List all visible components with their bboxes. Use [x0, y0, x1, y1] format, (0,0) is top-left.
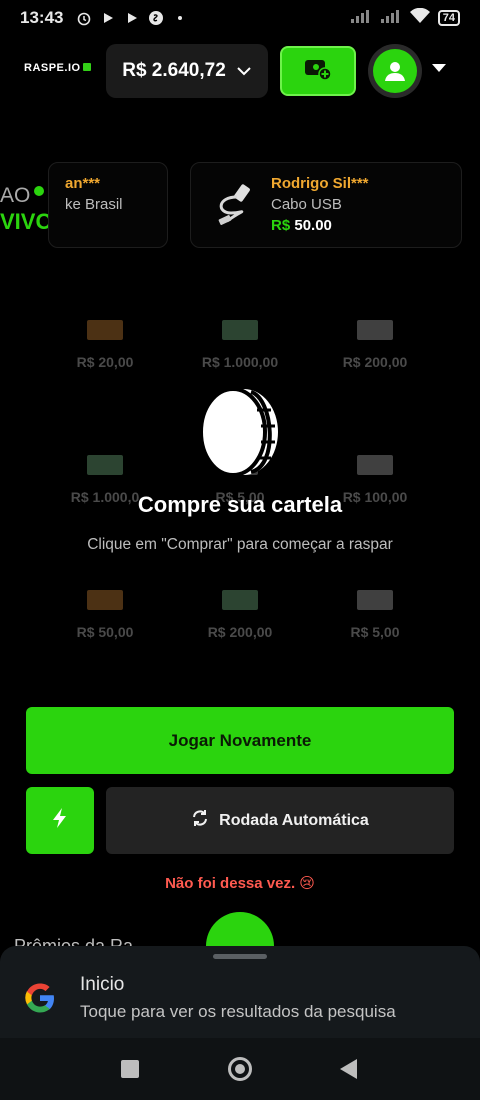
- alarm-icon: [75, 9, 93, 27]
- live-dot: [34, 186, 45, 196]
- feed-card: an*** ke Brasil: [48, 162, 168, 248]
- status-bar: 13:43 74: [0, 0, 480, 36]
- feed-winner-name: Rodrigo Sil***: [271, 175, 369, 192]
- balance-amount: 2.640,72: [151, 60, 226, 81]
- coin-icon: [199, 386, 281, 483]
- balance-dropdown[interactable]: R$ 2.640,72: [106, 44, 268, 98]
- turbo-button[interactable]: [26, 787, 94, 854]
- auto-round-label: Rodada Automática: [219, 811, 369, 829]
- play-again-button[interactable]: Jogar Novamente: [26, 707, 454, 774]
- prize-thumb: [87, 455, 123, 475]
- prize-amount: R$ 200,00: [207, 624, 273, 640]
- prize-thumb: [222, 590, 258, 610]
- signal-icon-2: [380, 8, 402, 28]
- wallet-plus-icon: [303, 57, 333, 86]
- prize-amount: R$ 50,00: [76, 624, 134, 640]
- scratch-cell: R$ 100,00: [310, 415, 440, 545]
- result-message: Não foi dessa vez. 😢: [165, 875, 315, 892]
- deposit-button[interactable]: [280, 46, 356, 96]
- dot-icon: [171, 9, 189, 27]
- google-logo-icon: [24, 982, 56, 1019]
- logo-text: RASPE.IO: [24, 62, 81, 74]
- feed-value: R$ 50.00: [271, 217, 369, 234]
- feed-winner-name: an***: [65, 175, 101, 192]
- avatar[interactable]: [368, 44, 422, 98]
- prize-thumb: [87, 320, 123, 340]
- recents-icon[interactable]: [121, 1060, 139, 1078]
- refresh-icon: [191, 809, 209, 832]
- overlay-subtitle: Clique em "Comprar" para começar a raspa…: [87, 536, 393, 553]
- auto-round-button[interactable]: Rodada Automática: [106, 787, 454, 854]
- feed-currency: R$: [271, 217, 291, 234]
- scratch-cell: R$ 20,00: [40, 280, 170, 410]
- sheet-title: Inicio: [80, 974, 125, 995]
- prize-thumb: [222, 320, 258, 340]
- feed-amount: 50.00: [294, 217, 332, 234]
- wifi-icon: [409, 7, 430, 29]
- lightning-icon: [51, 807, 69, 834]
- shazam-icon: [147, 9, 165, 27]
- caret-down-icon[interactable]: [432, 64, 446, 72]
- balance-text: R$ 2.640,72: [122, 60, 226, 82]
- scratch-cell: R$ 200,00: [175, 550, 305, 680]
- feed-card: Rodrigo Sil*** Cabo USB R$ 50.00: [190, 162, 462, 248]
- signal-icon: [350, 8, 372, 28]
- prize-amount: R$ 5,00: [350, 624, 400, 640]
- live-label-part: AO: [0, 184, 31, 207]
- live-badge: AO VIVO: [0, 184, 53, 234]
- feed-prize: ke Brasil: [65, 196, 123, 213]
- logo[interactable]: RASPE.IO: [24, 62, 91, 74]
- system-nav-bar: [0, 1038, 480, 1100]
- live-label-vivo: VIVO: [0, 209, 53, 234]
- user-icon: [373, 49, 417, 93]
- battery-icon: 74: [437, 10, 460, 26]
- logo-dot: [82, 63, 91, 71]
- scratch-cell: R$ 50,00: [40, 550, 170, 680]
- scratch-cell: R$ 1.000,0: [40, 415, 170, 545]
- scratch-cell: R$ 200,00: [310, 280, 440, 410]
- play-icon-2: [123, 9, 141, 27]
- prize-thumb: [87, 590, 123, 610]
- status-time: 13:43: [20, 8, 64, 27]
- play-icon: [99, 9, 117, 27]
- sheet-handle[interactable]: [213, 954, 267, 959]
- app-header: RASPE.IO R$ 2.640,72: [0, 42, 480, 98]
- prize-thumb: [357, 590, 393, 610]
- balance-currency: R$: [122, 60, 147, 81]
- prize-amount: R$ 200,00: [342, 354, 408, 370]
- overlay-title: Compre sua cartela: [137, 492, 343, 517]
- prize-amount: R$ 20,00: [76, 354, 134, 370]
- home-icon[interactable]: [228, 1057, 252, 1081]
- usb-cable-icon: [207, 183, 255, 232]
- feed-prize: Cabo USB: [271, 196, 342, 213]
- sheet-subtitle: Toque para ver os resultados da pesquisa: [80, 1002, 396, 1021]
- back-icon[interactable]: [340, 1059, 357, 1079]
- prize-thumb: [357, 455, 393, 475]
- google-search-sheet[interactable]: Inicio Toque para ver os resultados da p…: [0, 946, 480, 1038]
- prize-thumb: [357, 320, 393, 340]
- chevron-down-icon: [236, 60, 252, 82]
- scratch-cell: R$ 5,00: [310, 550, 440, 680]
- prize-amount: R$ 1.000,00: [201, 354, 279, 370]
